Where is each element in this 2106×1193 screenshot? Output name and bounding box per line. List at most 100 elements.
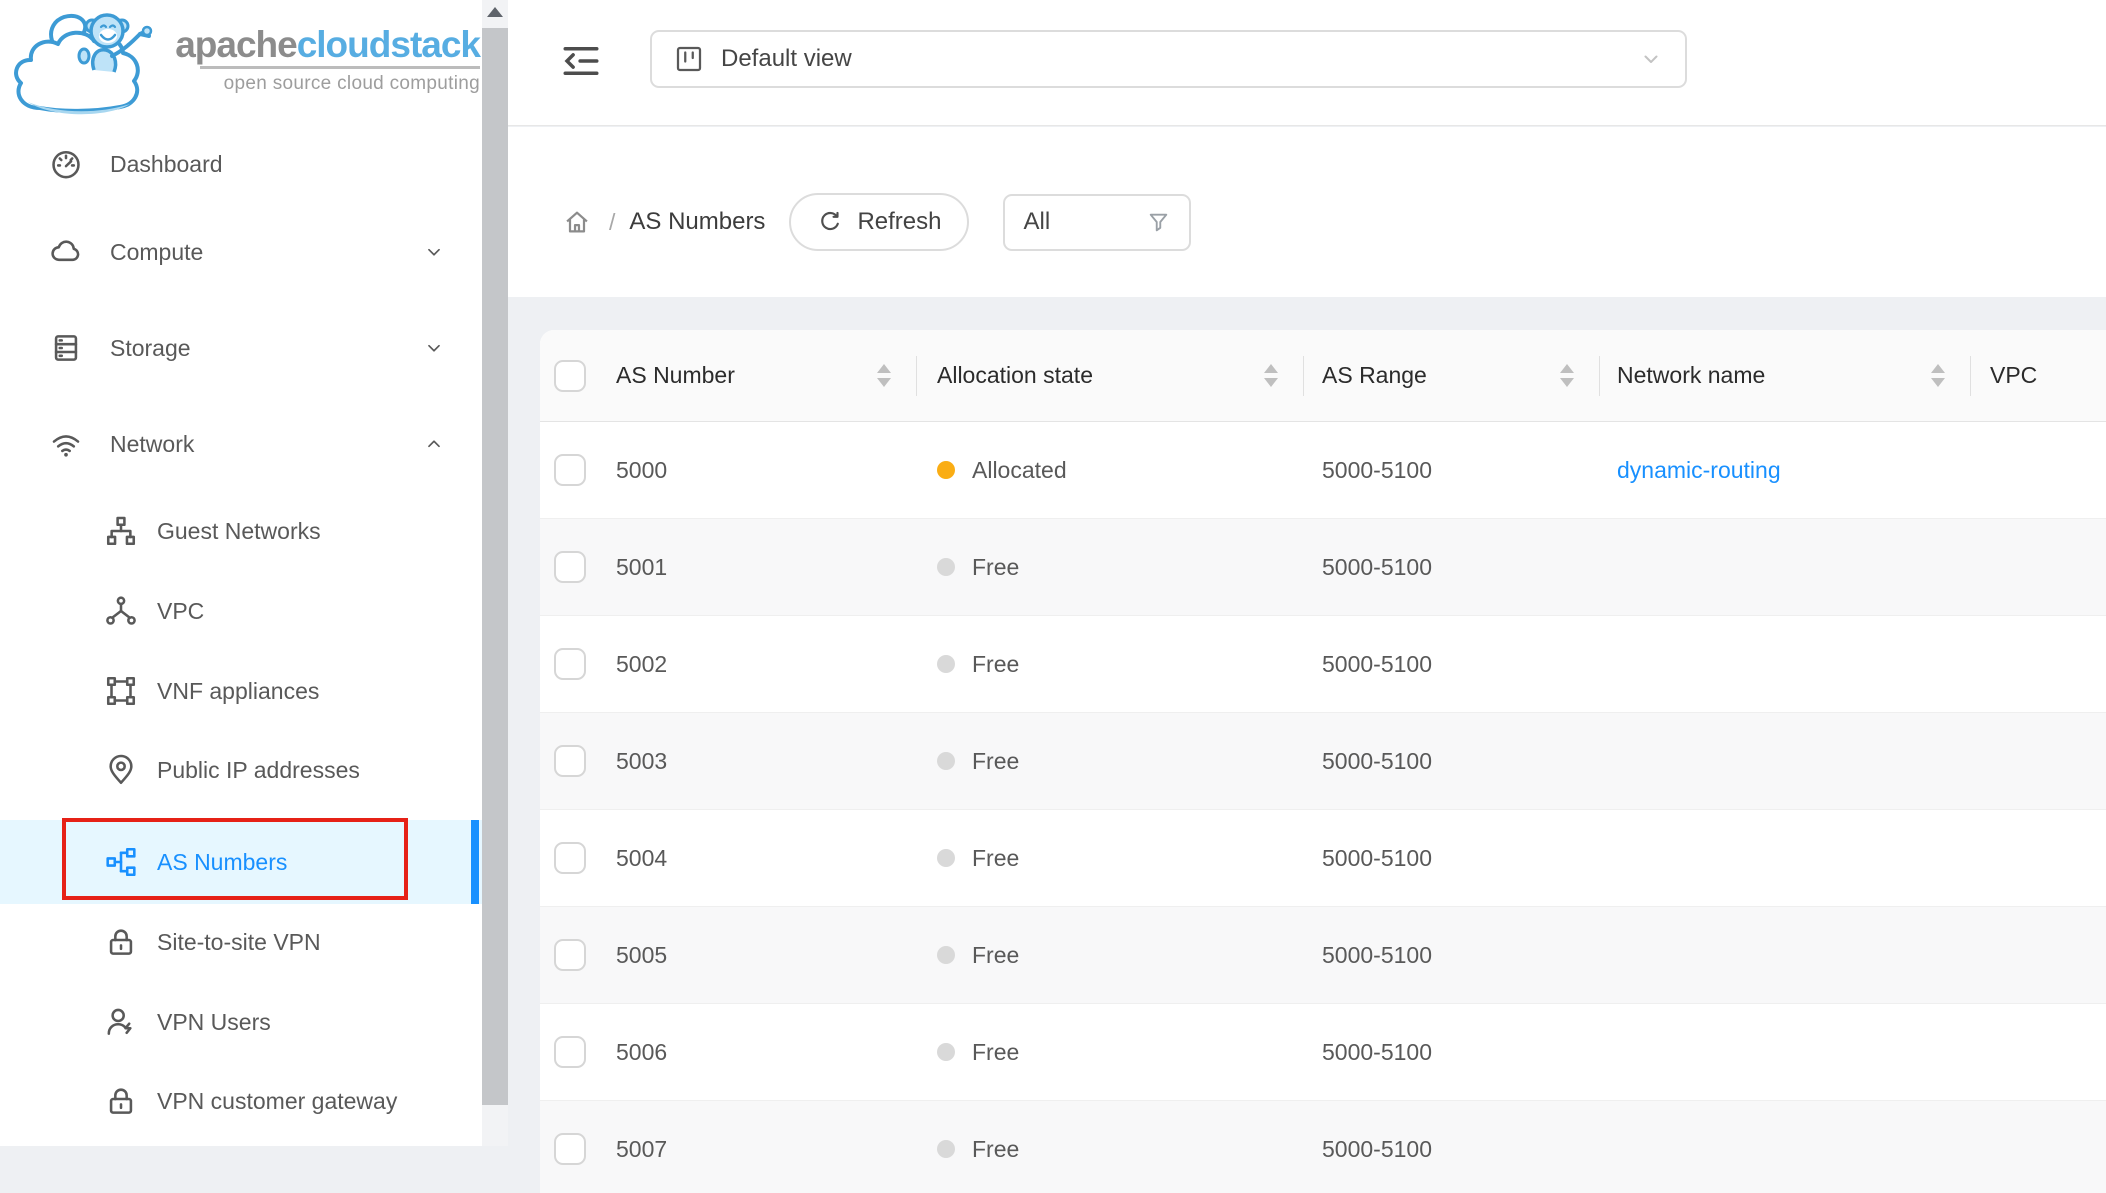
table-row[interactable]: 5003 Free 5000-5100: [540, 713, 2106, 810]
sidebar-item-label: Site-to-site VPN: [157, 929, 321, 956]
column-header-network-name[interactable]: Network name: [1600, 330, 1971, 421]
collapse-sidebar-button[interactable]: [560, 38, 606, 84]
status-dot: [937, 461, 955, 479]
as-number-cell: 5007: [600, 1101, 917, 1193]
database-icon: [48, 330, 84, 366]
table-header-row: AS Number Allocation state AS Range Netw…: [540, 330, 2106, 422]
column-header-allocation-state[interactable]: Allocation state: [917, 330, 1304, 421]
project-view-select[interactable]: Default view: [650, 30, 1687, 88]
sidebar-item-label: Network: [110, 431, 194, 458]
table-row[interactable]: 5000 Allocated 5000-5100 dynamic-routing: [540, 422, 2106, 519]
table-row[interactable]: 5006 Free 5000-5100: [540, 1004, 2106, 1101]
row-checkbox[interactable]: [554, 1036, 586, 1068]
monkey-on-cloud-icon: [8, 4, 164, 120]
gateway-icon: [103, 673, 139, 709]
brand-name: apachecloudstack: [164, 26, 480, 63]
allocation-state-cell: Free: [917, 907, 1304, 1003]
deployment-icon: [103, 593, 139, 629]
chevron-down-icon: [1639, 47, 1663, 71]
row-checkbox[interactable]: [554, 745, 586, 777]
sidebar-item-public-ip-addresses[interactable]: Public IP addresses: [0, 738, 482, 802]
row-checkbox[interactable]: [554, 939, 586, 971]
network-name-cell: [1600, 713, 1971, 809]
allocation-state-cell: Free: [917, 519, 1304, 615]
refresh-button[interactable]: Refresh: [789, 193, 969, 251]
sidebar-item-label: Compute: [110, 239, 203, 266]
status-dot: [937, 655, 955, 673]
sidebar-item-guest-networks[interactable]: Guest Networks: [0, 499, 482, 563]
sidebar-item-label: VNF appliances: [157, 678, 319, 705]
sidebar-item-site-to-site-vpn[interactable]: Site-to-site VPN: [0, 910, 482, 974]
wifi-icon: [48, 426, 84, 462]
user-icon: [103, 1004, 139, 1040]
status-label: Free: [972, 1039, 1019, 1066]
sidebar-item-vpc[interactable]: VPC: [0, 579, 482, 643]
network-link[interactable]: dynamic-routing: [1617, 457, 1781, 484]
row-checkbox[interactable]: [554, 1133, 586, 1165]
filter-value: All: [1023, 208, 1050, 236]
table-row[interactable]: 5007 Free 5000-5100: [540, 1101, 2106, 1193]
allocation-state-cell: Free: [917, 810, 1304, 906]
status-label: Free: [972, 942, 1019, 969]
sidebar-item-dashboard[interactable]: Dashboard: [0, 132, 482, 196]
scrollbar-thumb[interactable]: [482, 28, 508, 1105]
sidebar-item-storage[interactable]: Storage: [0, 316, 482, 380]
as-numbers-table: AS Number Allocation state AS Range Netw…: [540, 330, 2106, 1193]
network-name-cell: [1600, 519, 1971, 615]
vpc-cell: [1971, 519, 2106, 615]
sidebar-item-label: Storage: [110, 335, 191, 362]
as-range-cell: 5000-5100: [1304, 616, 1600, 712]
vpc-cell: [1971, 1101, 2106, 1193]
sidebar-item-compute[interactable]: Compute: [0, 220, 482, 284]
row-checkbox[interactable]: [554, 842, 586, 874]
scroll-up-arrow-icon[interactable]: [487, 7, 503, 17]
row-checkbox-cell: [540, 1004, 600, 1100]
reload-icon: [817, 209, 843, 235]
column-header-as-range[interactable]: AS Range: [1304, 330, 1600, 421]
breadcrumb-home-button[interactable]: [563, 207, 593, 237]
status-label: Allocated: [972, 457, 1067, 484]
column-header-as-number[interactable]: AS Number: [600, 330, 917, 421]
column-header-label: AS Range: [1322, 362, 1427, 389]
as-range-cell: 5000-5100: [1304, 1101, 1600, 1193]
sidebar-item-vpn-users[interactable]: VPN Users: [0, 990, 482, 1054]
table-row[interactable]: 5004 Free 5000-5100: [540, 810, 2106, 907]
cluster-icon: [103, 844, 139, 880]
as-range-cell: 5000-5100: [1304, 713, 1600, 809]
project-icon: [674, 44, 704, 74]
sidebar-item-vpn-customer-gateway[interactable]: VPN customer gateway: [0, 1069, 482, 1133]
home-icon: [563, 208, 591, 236]
as-number-cell: 5000: [600, 422, 917, 518]
as-range-cell: 5000-5100: [1304, 519, 1600, 615]
lock-icon: [103, 924, 139, 960]
sidebar-scrollbar[interactable]: [482, 0, 508, 1146]
row-checkbox-cell: [540, 810, 600, 906]
row-checkbox-cell: [540, 713, 600, 809]
table-body: 5000 Allocated 5000-5100 dynamic-routing…: [540, 422, 2106, 1193]
row-checkbox[interactable]: [554, 551, 586, 583]
filter-select[interactable]: All: [1003, 194, 1191, 251]
column-header-label: Network name: [1617, 362, 1765, 389]
table-row[interactable]: 5005 Free 5000-5100: [540, 907, 2106, 1004]
main-content: Default view / AS Numbers Refresh All: [508, 0, 2106, 1146]
row-checkbox[interactable]: [554, 648, 586, 680]
column-header-vpc[interactable]: VPC: [1971, 330, 2106, 421]
sidebar-item-network[interactable]: Network: [0, 412, 482, 476]
select-all-checkbox[interactable]: [554, 360, 586, 392]
table-row[interactable]: 5001 Free 5000-5100: [540, 519, 2106, 616]
status-label: Free: [972, 651, 1019, 678]
status-dot: [937, 946, 955, 964]
status-dot: [937, 849, 955, 867]
sidebar-item-label: Guest Networks: [157, 518, 321, 545]
table-row[interactable]: 5002 Free 5000-5100: [540, 616, 2106, 713]
as-range-cell: 5000-5100: [1304, 907, 1600, 1003]
network-name-cell: [1600, 616, 1971, 712]
sidebar-item-label: AS Numbers: [157, 849, 287, 876]
sort-carets-icon: [877, 364, 891, 387]
row-checkbox[interactable]: [554, 454, 586, 486]
pin-icon: [103, 752, 139, 788]
column-header-label: AS Number: [616, 362, 735, 389]
sidebar-item-label: VPN customer gateway: [157, 1088, 397, 1115]
sidebar-item-as-numbers[interactable]: AS Numbers: [0, 820, 482, 904]
sidebar-item-vnf-appliances[interactable]: VNF appliances: [0, 659, 482, 723]
